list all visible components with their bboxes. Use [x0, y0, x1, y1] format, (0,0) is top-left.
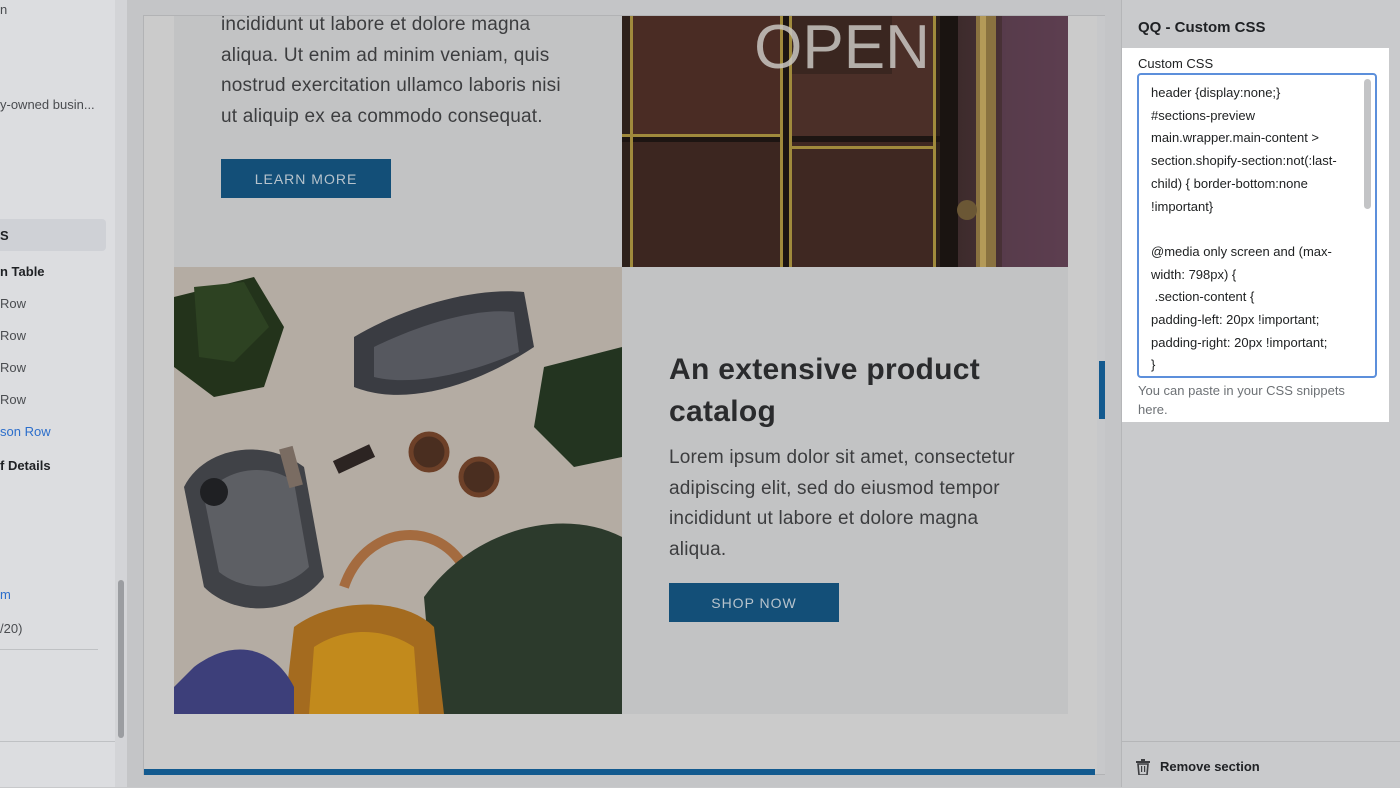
panel-footer: Remove section	[1122, 741, 1400, 788]
top-paragraph: incididunt ut labore et dolore magna ali…	[221, 14, 561, 127]
body-paragraph: Lorem ipsum dolor sit amet, consectetur …	[669, 447, 1015, 560]
learn-more-button[interactable]: LEARN MORE	[221, 159, 391, 198]
sidebar-item-row-4[interactable]: Row	[0, 392, 26, 407]
sidebar-item-comparison-table[interactable]: n Table	[0, 264, 45, 279]
product-illustration	[174, 267, 622, 714]
shop-now-button[interactable]: SHOP NOW	[669, 583, 839, 622]
custom-css-card: Custom CSS header {display:none;} #secti…	[1122, 48, 1389, 422]
sidebar-item-row-2[interactable]: Row	[0, 328, 26, 343]
sidebar-count-text: /20)	[0, 621, 23, 636]
sidebar-item-custom-css[interactable]: S	[0, 228, 9, 243]
text-block-top: incididunt ut labore et dolore magna ali…	[174, 14, 622, 267]
sidebar-item-1[interactable]: n	[0, 2, 7, 17]
section-heading: An extensive product catalog	[669, 353, 981, 428]
sidebar-divider	[0, 649, 98, 650]
sidebar-item-row-3[interactable]: Row	[0, 360, 26, 375]
sidebar-add-item-link[interactable]: m	[0, 587, 11, 602]
custom-css-textarea[interactable]: header {display:none;} #sections-preview…	[1137, 73, 1377, 378]
sidebar-active-highlight	[0, 219, 106, 251]
storefront-door-image: OPEN	[622, 16, 1068, 267]
trash-icon[interactable]	[1136, 759, 1150, 775]
sidebar-item-2[interactable]: y-owned busin...	[0, 97, 95, 112]
door-illustration: OPEN	[622, 16, 1068, 267]
remove-section-button[interactable]: Remove section	[1160, 759, 1260, 774]
open-sign-text: OPEN	[754, 16, 930, 82]
sidebar-item-details[interactable]: f Details	[0, 458, 51, 473]
custom-css-code[interactable]: header {display:none;} #sections-preview…	[1151, 82, 1351, 376]
preview-selected-bar	[144, 769, 1095, 775]
sidebar-footer-divider	[0, 741, 115, 742]
preview-scrollbar-thumb[interactable]	[1099, 361, 1105, 419]
panel-title: QQ - Custom CSS	[1138, 19, 1266, 36]
sidebar: n y-owned busin... S n Table Row Row Row…	[0, 0, 115, 787]
text-block-bottom: An extensive product catalog Lorem ipsum…	[622, 267, 1068, 714]
sidebar-add-row-link[interactable]: son Row	[0, 424, 51, 439]
section-settings-panel: QQ - Custom CSS Custom CSS header {displ…	[1121, 0, 1400, 787]
textarea-scrollbar-thumb[interactable]	[1364, 79, 1371, 209]
sidebar-scrollbar-thumb[interactable]	[118, 580, 124, 738]
custom-css-help-text: You can paste in your CSS snippets here.	[1138, 383, 1345, 417]
sidebar-item-row-1[interactable]: Row	[0, 296, 26, 311]
product-flatlay-image	[174, 267, 622, 714]
custom-css-label: Custom CSS	[1138, 56, 1214, 71]
